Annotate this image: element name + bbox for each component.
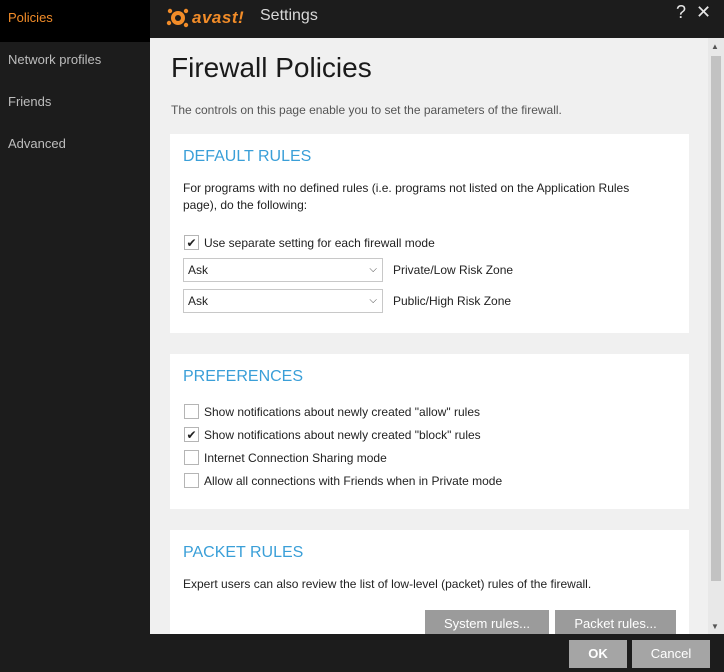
preferences-panel: PREFERENCES Show notifications about new… [170, 354, 689, 509]
default-rules-text: For programs with no defined rules (i.e.… [183, 181, 630, 212]
private-zone-select[interactable]: Ask ⌵ [183, 258, 383, 282]
public-zone-label: Public/High Risk Zone [393, 294, 512, 308]
default-rules-panel: DEFAULT RULES For programs with no defin… [170, 134, 689, 333]
packet-rules-heading: PACKET RULES [183, 544, 304, 561]
main-content: Firewall Policies The controls on this p… [150, 38, 708, 634]
brand-name: avast! [192, 8, 245, 27]
allow-friends-checkbox[interactable] [184, 473, 199, 488]
page-description: The controls on this page enable you to … [171, 103, 562, 117]
vertical-scrollbar[interactable]: ▲ ▼ [708, 38, 724, 634]
page-title: Firewall Policies [171, 52, 372, 83]
preference-allow-notifications[interactable]: Show notifications about newly created "… [184, 404, 480, 419]
help-icon[interactable]: ? [676, 2, 686, 23]
scroll-down-icon[interactable]: ▼ [711, 622, 719, 631]
titlebar: avast! Settings ? ✕ [150, 0, 724, 38]
allow-notifications-checkbox[interactable] [184, 404, 199, 419]
preference-label: Show notifications about newly created "… [204, 427, 481, 442]
packet-rules-text: Expert users can also review the list of… [183, 577, 592, 591]
window-title: Settings [260, 7, 318, 24]
preference-allow-friends[interactable]: Allow all connections with Friends when … [184, 473, 502, 488]
preference-ics-mode[interactable]: Internet Connection Sharing mode [184, 450, 387, 465]
preferences-heading: PREFERENCES [183, 368, 304, 385]
footer: OK Cancel [150, 634, 724, 672]
packet-rules-button[interactable]: Packet rules... [555, 610, 676, 634]
sidebar: Policies Network profiles Friends Advanc… [0, 0, 150, 672]
preference-block-notifications[interactable]: ✔ Show notifications about newly created… [184, 427, 481, 442]
cancel-button[interactable]: Cancel [632, 640, 710, 668]
sidebar-item-friends[interactable]: Friends [0, 84, 150, 126]
ok-button[interactable]: OK [569, 640, 627, 668]
private-zone-label: Private/Low Risk Zone [393, 263, 514, 277]
scrollbar-thumb[interactable] [711, 56, 721, 581]
separate-setting-option[interactable]: ✔ Use separate setting for each firewall… [184, 235, 435, 250]
system-rules-button[interactable]: System rules... [425, 610, 549, 634]
avast-logo-icon [166, 8, 189, 28]
public-zone-select[interactable]: Ask ⌵ [183, 289, 383, 313]
close-icon[interactable]: ✕ [696, 2, 711, 23]
sidebar-item-network-profiles[interactable]: Network profiles [0, 42, 150, 84]
public-zone-value: Ask [188, 294, 209, 308]
packet-rules-panel: PACKET RULES Expert users can also revie… [170, 530, 689, 634]
ics-mode-checkbox[interactable] [184, 450, 199, 465]
private-zone-value: Ask [188, 263, 209, 277]
separate-setting-checkbox[interactable]: ✔ [184, 235, 199, 250]
separate-setting-label: Use separate setting for each firewall m… [204, 235, 435, 250]
block-notifications-checkbox[interactable]: ✔ [184, 427, 199, 442]
chevron-down-icon: ⌵ [369, 264, 377, 275]
avast-logo: avast! [166, 4, 244, 32]
preference-label: Allow all connections with Friends when … [204, 473, 503, 488]
sidebar-item-advanced[interactable]: Advanced [0, 126, 150, 168]
preference-label: Internet Connection Sharing mode [204, 450, 387, 465]
default-rules-heading: DEFAULT RULES [183, 148, 312, 165]
sidebar-item-policies[interactable]: Policies [0, 0, 150, 42]
chevron-down-icon: ⌵ [369, 295, 377, 306]
preference-label: Show notifications about newly created "… [204, 404, 480, 419]
scroll-up-icon[interactable]: ▲ [711, 42, 719, 51]
